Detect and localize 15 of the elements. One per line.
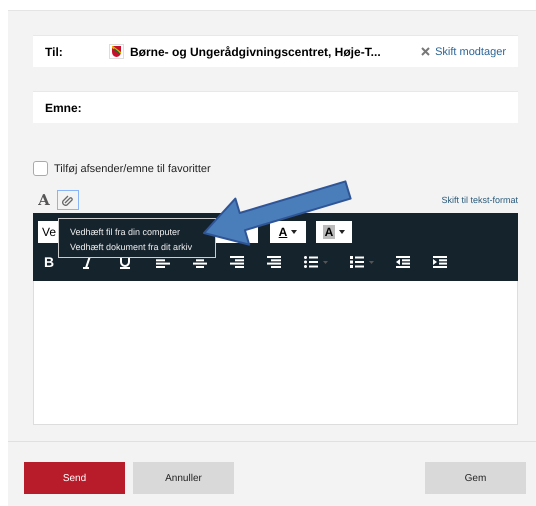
menu-item[interactable]: Vedhæft dokument fra dit arkiv <box>70 240 215 255</box>
text-format-tab[interactable]: A <box>33 190 55 210</box>
subject-field[interactable]: Emne: <box>33 91 518 123</box>
secondary-button[interactable]: Gem <box>425 462 526 494</box>
to-label: Til: <box>45 44 64 58</box>
highlight-color-button[interactable]: A <box>316 221 352 243</box>
switch-format-link[interactable]: Skift til tekst-format <box>441 195 518 205</box>
send-button[interactable]: Send <box>24 462 125 494</box>
favorite-label: Tilføj afsender/emne til favoritter <box>54 162 211 174</box>
change-recipient-link[interactable]: Skift modtager <box>435 46 506 58</box>
subject-label: Emne: <box>45 100 83 114</box>
recipient-name: Børne- og Ungerådgivningscentret, Høje-T... <box>130 44 381 58</box>
secondary-button[interactable]: Annuller <box>133 462 234 494</box>
text-color-button[interactable]: A <box>270 221 306 243</box>
bold-button[interactable]: B <box>44 254 82 270</box>
